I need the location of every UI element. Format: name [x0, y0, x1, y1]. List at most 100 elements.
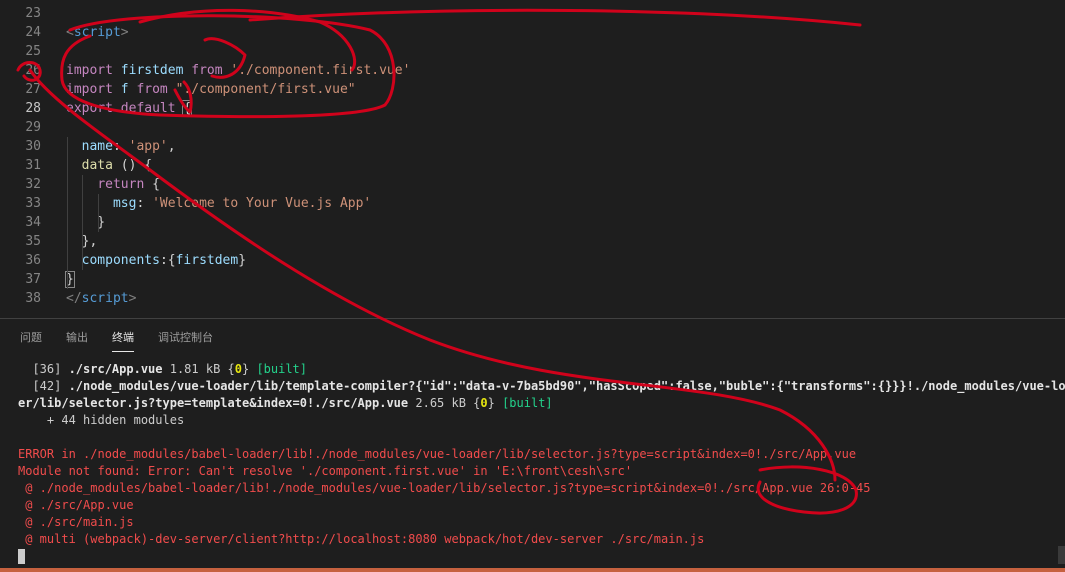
- code-token: :: [112, 139, 129, 154]
- panel-tab[interactable]: 调试控制台: [158, 329, 213, 345]
- code-token: {: [144, 177, 160, 192]
- code-token: >: [128, 291, 137, 306]
- terminal-text: @ ./src/main.js: [18, 515, 134, 529]
- code-text: export default {: [66, 99, 193, 118]
- terminal-scrollbar[interactable]: [1058, 546, 1065, 564]
- code-token: from: [136, 82, 176, 97]
- line-number: 37: [25, 272, 41, 287]
- terminal-cursor: [18, 549, 25, 564]
- terminal-text: er/lib/selector.js?type=template&index=0…: [18, 396, 409, 410]
- panel-tab[interactable]: 问题: [20, 329, 42, 345]
- code-token: }: [238, 253, 247, 268]
- code-text: name: 'app',: [66, 137, 176, 156]
- terminal-text: ./node_modules/vue-loader/lib/template-c…: [68, 379, 1065, 393]
- line-number: 27: [25, 82, 41, 97]
- code-token: data: [81, 158, 113, 173]
- panel-tabs: 问题 输出 终端 调试控制台: [0, 319, 1065, 355]
- terminal-text: [built]: [502, 396, 553, 410]
- code-token: :{: [159, 253, 176, 268]
- code-text: data () {: [66, 156, 152, 175]
- terminal-text: [36]: [18, 362, 69, 376]
- code-token: script: [73, 25, 121, 40]
- code-token: components: [81, 253, 160, 268]
- code-token: :: [136, 196, 153, 211]
- terminal-text: }: [487, 396, 503, 410]
- terminal-text: 0: [480, 396, 488, 410]
- line-number: 24: [25, 25, 41, 40]
- code-token: firstdem: [175, 253, 239, 268]
- code-line[interactable]: 35 },: [0, 232, 1065, 251]
- code-line[interactable]: 34 }: [0, 213, 1065, 232]
- code-text: components:{firstdem}: [66, 251, 246, 270]
- code-text: }: [66, 213, 105, 232]
- code-token: "./component/first.vue": [175, 82, 356, 97]
- terminal-text: Module not found: Error: Can't resolve '…: [18, 464, 633, 478]
- code-line[interactable]: 31 data () {: [0, 156, 1065, 175]
- code-token: export default: [66, 101, 184, 116]
- code-token: 'app': [128, 139, 168, 154]
- code-text: return {: [66, 175, 160, 194]
- line-number: 34: [25, 215, 41, 230]
- line-number: 31: [25, 158, 41, 173]
- code-token: name: [81, 139, 113, 154]
- panel-tab[interactable]: 输出: [66, 329, 88, 345]
- terminal-line: [42] ./node_modules/vue-loader/lib/templ…: [18, 378, 1065, 395]
- terminal-text: [built]: [256, 362, 308, 376]
- line-number: 33: [25, 196, 41, 211]
- status-bar: [0, 568, 1065, 572]
- terminal-line: + 44 hidden modules: [18, 412, 1058, 429]
- code-text: import f from "./component/first.vue": [66, 80, 356, 99]
- code-line[interactable]: 29: [0, 118, 1065, 137]
- code-text: msg: 'Welcome to Your Vue.js App': [66, 194, 371, 213]
- panel-tab[interactable]: 终端: [112, 329, 134, 352]
- terminal-text: ERROR in ./node_modules/babel-loader/lib…: [18, 447, 857, 461]
- terminal-text: + 44 hidden modules: [18, 413, 185, 427]
- terminal-cursor-line[interactable]: [18, 548, 1058, 565]
- terminal-text: ./src/App.vue: [68, 362, 163, 376]
- terminal-line: [36] ./src/App.vue 1.81 kB {0} [built]: [18, 361, 1058, 378]
- terminal-text: @ multi (webpack)-dev-server/client?http…: [18, 532, 705, 546]
- code-line[interactable]: 32 return {: [0, 175, 1065, 194]
- code-line[interactable]: 25: [0, 42, 1065, 61]
- code-line[interactable]: 27 import f from "./component/first.vue": [0, 80, 1065, 99]
- code-token: from: [191, 63, 231, 78]
- code-token: </: [66, 291, 82, 306]
- indent-guide: [67, 137, 68, 289]
- code-line[interactable]: 23: [0, 4, 1065, 23]
- terminal-text: }: [241, 362, 257, 376]
- terminal-line: @ ./src/App.vue: [18, 497, 1058, 514]
- terminal-text: @ ./src/App.vue: [18, 498, 134, 512]
- code-token: msg: [112, 196, 137, 211]
- code-token: import: [66, 82, 121, 97]
- terminal-text: 0: [234, 362, 242, 376]
- terminal-line: @ multi (webpack)-dev-server/client?http…: [18, 531, 1058, 548]
- terminal-output[interactable]: [36] ./src/App.vue 1.81 kB {0} [built] […: [18, 361, 1065, 565]
- code-line[interactable]: 38 </script>: [0, 289, 1065, 308]
- code-editor[interactable]: 23 24 <script> 25 26 import firstdem from './…: [0, 0, 1065, 318]
- code-line[interactable]: 37}: [0, 270, 1065, 289]
- code-line[interactable]: 36 components:{firstdem}: [0, 251, 1065, 270]
- line-number: 35: [25, 234, 41, 249]
- code-line[interactable]: 28 export default {: [0, 99, 1065, 118]
- code-text: </script>: [66, 289, 136, 308]
- code-token: ,: [167, 139, 176, 154]
- code-token: {: [182, 100, 193, 117]
- code-line[interactable]: 33 msg: 'Welcome to Your Vue.js App': [0, 194, 1065, 213]
- terminal-line: [18, 429, 1058, 446]
- line-number: 26: [25, 63, 41, 78]
- line-number: 25: [25, 44, 41, 59]
- terminal-text: [42]: [18, 379, 69, 393]
- code-line[interactable]: 24 <script>: [0, 23, 1065, 42]
- code-line[interactable]: 26 import firstdem from './component.firs…: [0, 61, 1065, 80]
- terminal-line: @ ./src/main.js: [18, 514, 1058, 531]
- code-token: import: [66, 63, 121, 78]
- line-number: 30: [25, 139, 41, 154]
- terminal-line: @ ./node_modules/babel-loader/lib!./node…: [18, 480, 1058, 497]
- code-line[interactable]: 30 name: 'app',: [0, 137, 1065, 156]
- code-token: script: [81, 291, 129, 306]
